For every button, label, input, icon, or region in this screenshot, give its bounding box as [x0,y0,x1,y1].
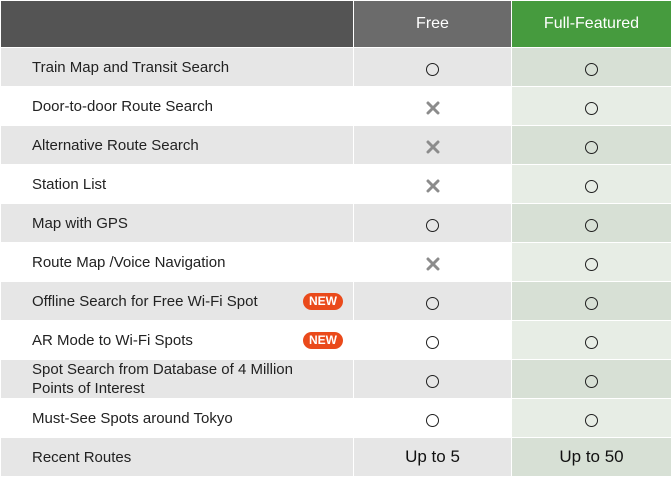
feature-label: Alternative Route Search [32,136,199,155]
circle-icon [585,258,598,271]
circle-icon [585,63,598,76]
feature-label: Station List [32,175,106,194]
header-free: Free [354,1,512,48]
feature-comparison-table: Free Full-Featured Train Map and Transit… [0,0,671,477]
full-featured-cell [512,87,671,126]
table-header-row: Free Full-Featured [1,1,671,48]
feature-cell: Station List [1,165,354,204]
circle-icon [585,141,598,154]
new-badge: NEW [303,332,343,349]
table-row: Route Map /Voice Navigation [1,243,671,282]
table-row: Door-to-door Route Search [1,87,671,126]
circle-icon [585,414,598,427]
feature-cell: Map with GPS [1,204,354,243]
table-row: Spot Search from Database of 4 Million P… [1,360,671,399]
new-badge: NEW [303,293,343,310]
free-cell [354,126,512,165]
full-featured-cell [512,48,671,87]
table-row: Offline Search for Free Wi-Fi Spot NEW [1,282,671,321]
circle-icon [426,336,439,349]
cross-icon [426,257,440,271]
free-cell [354,282,512,321]
circle-icon [585,219,598,232]
feature-cell: Offline Search for Free Wi-Fi Spot NEW [1,282,354,321]
free-cell [354,48,512,87]
table-row: Alternative Route Search [1,126,671,165]
free-cell [354,360,512,399]
feature-cell: Recent Routes [1,438,354,477]
free-cell [354,87,512,126]
circle-icon [426,414,439,427]
full-featured-cell [512,204,671,243]
full-featured-cell [512,243,671,282]
circle-icon [585,375,598,388]
full-featured-cell: Up to 50 [512,438,671,477]
feature-cell: Route Map /Voice Navigation [1,243,354,282]
limit-value: Up to 5 [405,447,460,466]
circle-icon [585,102,598,115]
full-featured-cell [512,360,671,399]
table-row: AR Mode to Wi-Fi Spots NEW [1,321,671,360]
feature-cell: Train Map and Transit Search [1,48,354,87]
free-cell [354,165,512,204]
free-cell [354,243,512,282]
feature-cell: Spot Search from Database of 4 Million P… [1,360,354,399]
free-cell [354,399,512,438]
cross-icon [426,140,440,154]
circle-icon [426,297,439,310]
cross-icon [426,179,440,193]
full-featured-cell [512,126,671,165]
feature-label: Spot Search from Database of 4 Million P… [32,360,317,398]
limit-value: Up to 50 [559,447,623,466]
feature-label: AR Mode to Wi-Fi Spots [32,331,193,350]
circle-icon [585,297,598,310]
full-featured-cell [512,282,671,321]
full-featured-cell [512,399,671,438]
feature-label: Train Map and Transit Search [32,58,229,77]
feature-label: Door-to-door Route Search [32,97,213,116]
free-cell: Up to 5 [354,438,512,477]
circle-icon [426,375,439,388]
feature-label: Recent Routes [32,448,131,467]
feature-cell: Door-to-door Route Search [1,87,354,126]
full-featured-cell [512,165,671,204]
free-cell [354,204,512,243]
table-row: Map with GPS [1,204,671,243]
circle-icon [585,336,598,349]
feature-label: Route Map /Voice Navigation [32,253,225,272]
feature-cell: Alternative Route Search [1,126,354,165]
feature-label: Map with GPS [32,214,128,233]
feature-label: Must-See Spots around Tokyo [32,409,233,428]
table-row: Station List [1,165,671,204]
cross-icon [426,101,440,115]
table-row: Train Map and Transit Search [1,48,671,87]
feature-label: Offline Search for Free Wi-Fi Spot [32,292,258,311]
free-cell [354,321,512,360]
header-blank-cell [1,1,354,48]
feature-cell: AR Mode to Wi-Fi Spots NEW [1,321,354,360]
full-featured-cell [512,321,671,360]
table-row: Must-See Spots around Tokyo [1,399,671,438]
circle-icon [426,63,439,76]
table-row: Recent Routes Up to 5 Up to 50 [1,438,671,477]
circle-icon [585,180,598,193]
header-full-featured: Full-Featured [512,1,671,48]
circle-icon [426,219,439,232]
feature-cell: Must-See Spots around Tokyo [1,399,354,438]
